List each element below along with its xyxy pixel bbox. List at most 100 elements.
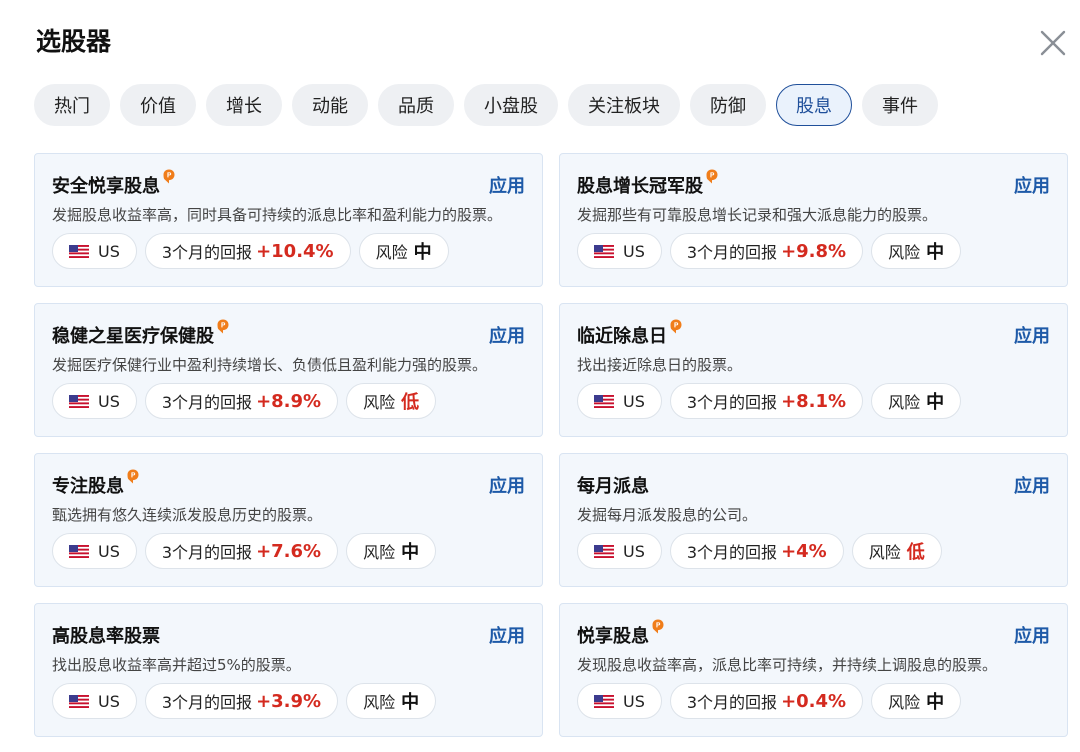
risk-chip: 风险 中 bbox=[346, 533, 437, 569]
risk-value: 中 bbox=[401, 692, 420, 713]
apply-button[interactable]: 应用 bbox=[1014, 622, 1050, 648]
market-chip: US bbox=[52, 233, 137, 269]
us-flag-icon bbox=[594, 394, 614, 408]
apply-button[interactable]: 应用 bbox=[1014, 472, 1050, 498]
market-label: US bbox=[98, 241, 120, 261]
return-chip: 3个月的回报 +3.9% bbox=[144, 683, 339, 719]
market-label: US bbox=[623, 391, 645, 411]
tab-3[interactable]: 动能 bbox=[292, 84, 368, 126]
apply-button[interactable]: 应用 bbox=[1014, 172, 1050, 198]
return-label: 3个月的回报 bbox=[686, 693, 778, 712]
us-flag-icon bbox=[69, 394, 89, 408]
risk-value: 低 bbox=[401, 392, 420, 413]
card-title-text: 安全悦享股息 bbox=[52, 176, 160, 197]
screener-card-4[interactable]: 专注股息 应用 甄选拥有悠久连续派发股息历史的股票。 US 3个月的回报 +7.… bbox=[34, 453, 543, 587]
card-title: 高股息率股票 bbox=[52, 622, 160, 648]
tab-5[interactable]: 小盘股 bbox=[464, 84, 558, 126]
return-chip: 3个月的回报 +7.6% bbox=[144, 533, 339, 569]
risk-chip: 风险 中 bbox=[346, 683, 437, 719]
return-label: 3个月的回报 bbox=[686, 243, 778, 262]
close-button[interactable] bbox=[1036, 26, 1070, 60]
risk-label: 风险 bbox=[375, 243, 408, 262]
card-title: 稳健之星医疗保健股 bbox=[52, 319, 229, 348]
card-title: 每月派息 bbox=[577, 472, 649, 498]
risk-label: 风险 bbox=[363, 393, 396, 412]
screener-card-3[interactable]: 临近除息日 应用 找出接近除息日的股票。 US 3个月的回报 +8.1% 风险 … bbox=[559, 303, 1068, 437]
card-description: 甄选拥有悠久连续派发股息历史的股票。 bbox=[52, 506, 323, 524]
return-chip: 3个月的回报 +10.4% bbox=[144, 233, 351, 269]
card-tags: US 3个月的回报 +7.6% 风险 中 bbox=[52, 533, 437, 569]
pro-badge-icon bbox=[163, 169, 175, 184]
card-title-text: 股息增长冠军股 bbox=[577, 176, 703, 197]
apply-button[interactable]: 应用 bbox=[489, 172, 525, 198]
tab-8[interactable]: 股息 bbox=[776, 84, 852, 126]
tab-4[interactable]: 品质 bbox=[378, 84, 454, 126]
us-flag-icon bbox=[594, 694, 614, 708]
market-chip: US bbox=[577, 533, 662, 569]
market-label: US bbox=[623, 541, 645, 561]
card-tags: US 3个月的回报 +3.9% 风险 中 bbox=[52, 683, 437, 719]
tab-0[interactable]: 热门 bbox=[34, 84, 110, 126]
return-chip: 3个月的回报 +9.8% bbox=[669, 233, 864, 269]
screener-dialog: 选股器 热门 价值 增长 动能 品质 小盘股 关注板块 防御 股息 事件 安全悦享股息 应用 发掘… bbox=[0, 0, 1080, 752]
return-label: 3个月的回报 bbox=[686, 393, 778, 412]
tab-6[interactable]: 关注板块 bbox=[568, 84, 680, 126]
return-value: +7.6% bbox=[256, 540, 322, 562]
apply-button[interactable]: 应用 bbox=[489, 622, 525, 648]
screener-card-0[interactable]: 安全悦享股息 应用 发掘股息收益率高，同时具备可持续的派息比率和盈利能力的股票。… bbox=[34, 153, 543, 287]
market-label: US bbox=[623, 241, 645, 261]
return-chip: 3个月的回报 +8.1% bbox=[669, 383, 864, 419]
pro-badge-icon bbox=[217, 319, 229, 334]
screener-card-6[interactable]: 高股息率股票 应用 找出股息收益率高并超过5%的股票。 US 3个月的回报 +3… bbox=[34, 603, 543, 737]
tab-7[interactable]: 防御 bbox=[690, 84, 766, 126]
card-description: 找出接近除息日的股票。 bbox=[577, 356, 743, 374]
card-title: 临近除息日 bbox=[577, 319, 682, 348]
screener-card-7[interactable]: 悦享股息 应用 发现股息收益率高，派息比率可持续，并持续上调股息的股票。 US bbox=[559, 603, 1068, 737]
us-flag-icon bbox=[69, 544, 89, 558]
card-tags: US 3个月的回报 +8.9% 风险 低 bbox=[52, 383, 437, 419]
card-title-text: 专注股息 bbox=[52, 476, 124, 497]
return-value: +8.1% bbox=[781, 390, 847, 412]
card-tags: US 3个月的回报 +10.4% 风险 中 bbox=[52, 233, 449, 269]
us-flag-icon bbox=[594, 244, 614, 258]
screener-card-2[interactable]: 稳健之星医疗保健股 应用 发掘医疗保健行业中盈利持续增长、负债低且盈利能力强的股… bbox=[34, 303, 543, 437]
return-value: +0.4% bbox=[781, 690, 847, 712]
card-description: 发掘股息收益率高，同时具备可持续的派息比率和盈利能力的股票。 bbox=[52, 206, 503, 224]
apply-button[interactable]: 应用 bbox=[489, 472, 525, 498]
screener-card-5[interactable]: 每月派息 应用 发掘每月派发股息的公司。 US 3个月的回报 +4% 风险 低 bbox=[559, 453, 1068, 587]
us-flag-icon bbox=[594, 544, 614, 558]
return-chip: 3个月的回报 +4% bbox=[669, 533, 844, 569]
card-title-text: 稳健之星医疗保健股 bbox=[52, 326, 214, 347]
tab-1[interactable]: 价值 bbox=[120, 84, 196, 126]
risk-label: 风险 bbox=[888, 393, 921, 412]
card-description: 找出股息收益率高并超过5%的股票。 bbox=[52, 656, 301, 674]
risk-label: 风险 bbox=[888, 693, 921, 712]
card-title-text: 悦享股息 bbox=[577, 626, 649, 647]
card-title: 股息增长冠军股 bbox=[577, 169, 718, 198]
risk-chip: 风险 中 bbox=[871, 383, 962, 419]
tab-2[interactable]: 增长 bbox=[206, 84, 282, 126]
market-chip: US bbox=[52, 533, 137, 569]
market-chip: US bbox=[52, 383, 137, 419]
card-tags: US 3个月的回报 +0.4% 风险 中 bbox=[577, 683, 962, 719]
risk-value: 中 bbox=[401, 542, 420, 563]
risk-chip: 风险 低 bbox=[346, 383, 437, 419]
return-label: 3个月的回报 bbox=[161, 543, 253, 562]
card-title-text: 高股息率股票 bbox=[52, 626, 160, 647]
apply-button[interactable]: 应用 bbox=[489, 322, 525, 348]
pro-badge-icon bbox=[670, 319, 682, 334]
us-flag-icon bbox=[69, 244, 89, 258]
card-tags: US 3个月的回报 +8.1% 风险 中 bbox=[577, 383, 962, 419]
return-chip: 3个月的回报 +0.4% bbox=[669, 683, 864, 719]
risk-value: 低 bbox=[906, 542, 925, 563]
return-value: +10.4% bbox=[256, 240, 334, 262]
pro-badge-icon bbox=[652, 619, 664, 634]
market-label: US bbox=[98, 391, 120, 411]
screener-card-1[interactable]: 股息增长冠军股 应用 发掘那些有可靠股息增长记录和强大派息能力的股票。 US 3… bbox=[559, 153, 1068, 287]
apply-button[interactable]: 应用 bbox=[1014, 322, 1050, 348]
tab-9[interactable]: 事件 bbox=[862, 84, 938, 126]
category-tabs: 热门 价值 增长 动能 品质 小盘股 关注板块 防御 股息 事件 bbox=[34, 84, 938, 126]
risk-chip: 风险 中 bbox=[871, 233, 962, 269]
card-tags: US 3个月的回报 +9.8% 风险 中 bbox=[577, 233, 962, 269]
return-label: 3个月的回报 bbox=[686, 543, 778, 562]
